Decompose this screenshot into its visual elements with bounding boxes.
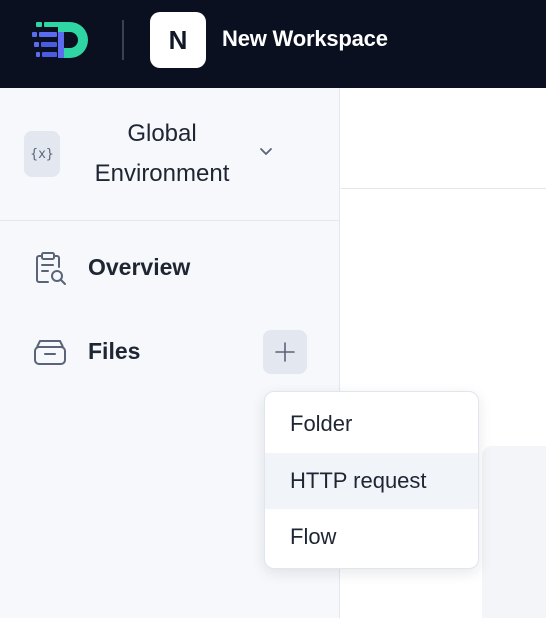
chevron-down-icon <box>260 148 272 155</box>
variable-braces-icon: {x} <box>24 131 60 177</box>
folder-drawer-icon <box>34 340 66 365</box>
plus-icon <box>275 342 295 362</box>
main-header-divider <box>341 188 546 189</box>
menu-item-flow[interactable]: Flow <box>265 509 478 565</box>
topbar-divider <box>122 20 124 60</box>
workspace-avatar[interactable]: N <box>150 12 206 68</box>
sidebar-item-label: Overview <box>88 254 191 280</box>
sidebar-item-label: Files <box>88 338 141 364</box>
sidebar-item-files[interactable]: Files <box>0 322 340 382</box>
environment-selector[interactable]: {x} Global Environment <box>0 88 340 221</box>
sidebar-item-overview[interactable]: Overview <box>0 238 340 298</box>
clipboard-search-icon <box>36 252 66 285</box>
main-content-panel <box>482 446 546 618</box>
devtools-logo-icon[interactable] <box>30 18 90 62</box>
environment-label: Global Environment <box>94 120 230 187</box>
workspace-name[interactable]: New Workspace <box>222 26 388 52</box>
add-file-menu: Folder HTTP request Flow <box>264 391 479 569</box>
menu-item-folder[interactable]: Folder <box>265 396 478 452</box>
top-bar: N New Workspace <box>0 0 546 88</box>
add-file-button[interactable] <box>263 330 307 374</box>
menu-item-http-request[interactable]: HTTP request <box>265 453 478 509</box>
